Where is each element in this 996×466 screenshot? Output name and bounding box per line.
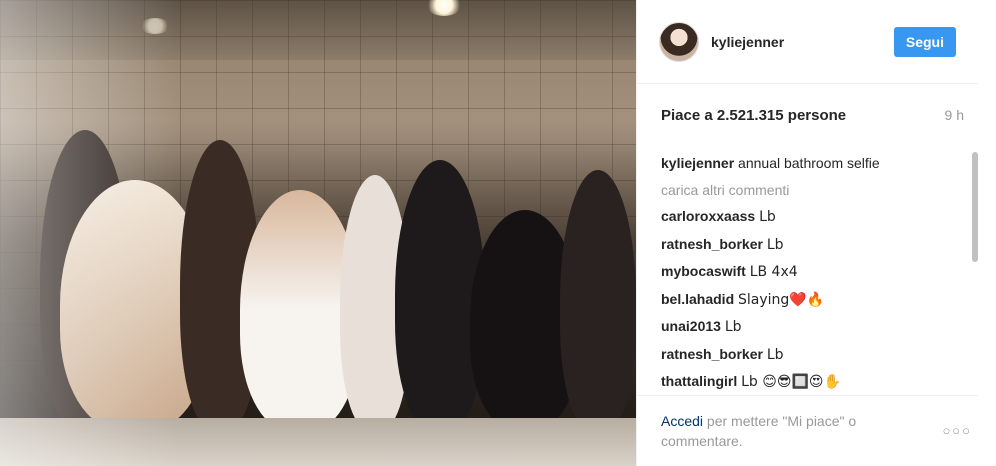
follow-button[interactable]: Segui [893,26,956,57]
comments-list: kyliejenner annual bathroom selfie caric… [637,146,978,397]
comment-username[interactable]: ratnesh_borker [661,236,763,252]
login-prompt: Accedi per mettere "Mi piace" o commenta… [661,411,921,451]
comment-item: mybocaswift LB 4x4 [661,258,964,286]
comment-text: LB 4x4 [749,264,798,280]
comment-text: Lb 😊😎🔲😍✋ [741,374,841,390]
comment-username[interactable]: thattalingirl [661,373,737,389]
post-footer: Accedi per mettere "Mi piace" o commenta… [637,396,996,466]
likes-count[interactable]: Piace a 2.521.315 persone [661,107,846,124]
likes-row: Piace a 2.521.315 persone 9 h [637,84,996,146]
author-username[interactable]: kyliejenner [711,34,784,50]
more-options-icon[interactable]: ○○○ [942,421,972,441]
scrollbar-thumb[interactable] [972,152,978,262]
comment-username[interactable]: unai2013 [661,318,721,334]
comment-text: Slaying❤️🔥 [738,291,825,308]
photo-figure [560,170,636,430]
instagram-post: kyliejenner Segui Piace a 2.521.315 pers… [0,0,996,466]
photo-haze [0,0,180,466]
caption-username[interactable]: kyliejenner [661,155,734,171]
comments-section[interactable]: kyliejenner annual bathroom selfie caric… [637,146,978,396]
login-link[interactable]: Accedi [661,413,703,429]
comment-item: thattalingirl Lb 😊😎🔲😍✋ [661,368,964,395]
comment-username[interactable]: mybocaswift [661,263,746,279]
comment-item: cherrysiree ❤ Lb 💕 [661,396,964,397]
comment-item: ratnesh_borker Lb [661,231,964,259]
comment-item: carloroxxaass Lb [661,203,964,231]
caption-text: annual bathroom selfie [738,155,880,171]
comment-username[interactable]: ratnesh_borker [661,346,763,362]
profile-avatar[interactable] [659,21,699,62]
caption: kyliejenner annual bathroom selfie [661,150,964,177]
post-side-panel: kyliejenner Segui Piace a 2.521.315 pers… [636,0,996,466]
comment-text: Lb [766,236,784,253]
comments-scrollbar[interactable] [972,152,978,395]
comment-text: Lb [766,346,784,363]
post-header: kyliejenner Segui [637,0,978,84]
comment-item: ratnesh_borker Lb [661,341,964,369]
post-time[interactable]: 9 h [945,107,964,123]
comment-username[interactable]: bel.lahadid [661,291,734,307]
comment-text: Lb [724,319,742,335]
comment-item: bel.lahadid Slaying❤️🔥 [661,286,964,314]
comment-username[interactable]: carloroxxaass [661,208,755,224]
post-photo[interactable] [0,0,636,466]
comment-item: unai2013 Lb [661,313,964,341]
load-more-comments[interactable]: carica altri commenti [661,177,964,204]
comment-text: Lb [759,209,776,225]
